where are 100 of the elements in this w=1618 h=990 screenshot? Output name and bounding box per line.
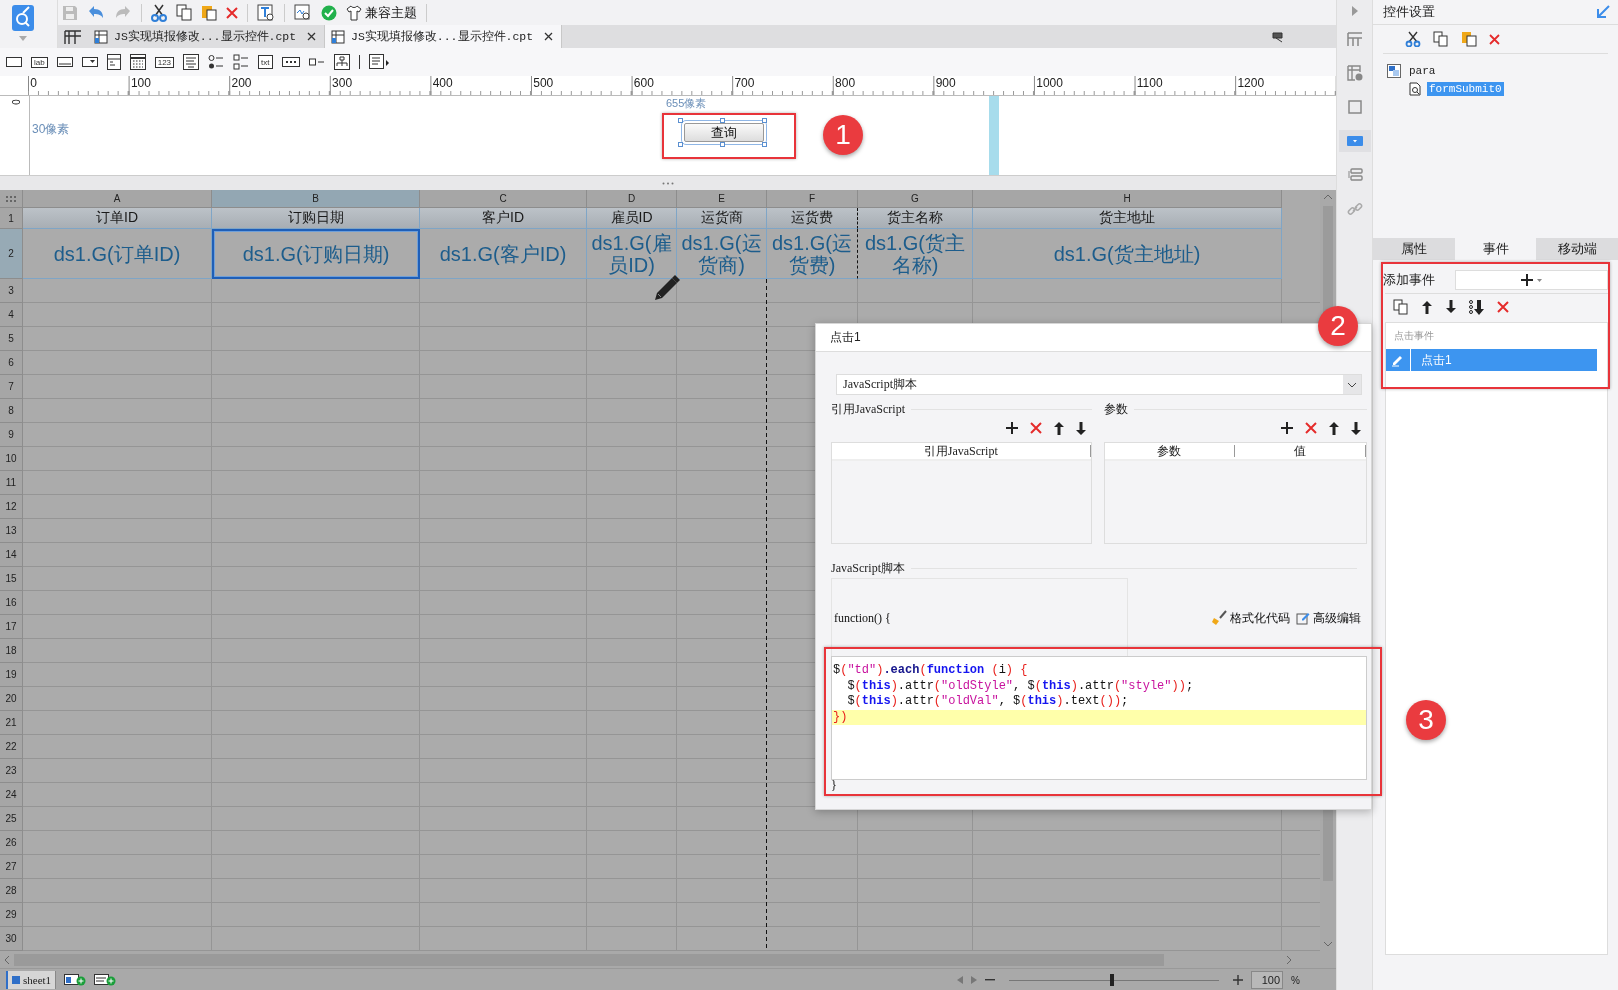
move-down-icon[interactable] [1075,421,1086,435]
tree-item[interactable]: para [1407,64,1438,78]
sheet-tab[interactable]: sheet1 [6,971,57,989]
script-type-dropdown[interactable]: JavaScript脚本 [836,374,1362,395]
zoom-in-icon[interactable] [1233,975,1244,985]
pencil-icon[interactable] [1391,353,1405,367]
pin-icon[interactable] [1272,30,1284,43]
row-number[interactable]: 3 [0,279,23,303]
select-all-icon[interactable] [6,195,16,202]
column-header[interactable]: C [420,190,587,208]
row-number[interactable]: 30 [0,927,23,951]
calendar-widget-icon[interactable] [129,54,146,70]
row-number[interactable]: 22 [0,735,23,759]
column-header[interactable]: 值 [1235,445,1366,457]
row-number[interactable]: 12 [0,495,23,519]
password-widget-icon[interactable] [281,57,300,67]
row-number[interactable]: 28 [0,879,23,903]
radio-group-icon[interactable] [208,54,225,70]
move-up-icon[interactable] [1053,421,1064,435]
row-number[interactable]: 19 [0,663,23,687]
move-up-icon[interactable] [1421,300,1433,314]
row-number[interactable]: 5 [0,327,23,351]
row-number[interactable]: 29 [0,903,23,927]
column-header[interactable]: A [23,190,212,208]
paste-icon[interactable] [201,4,217,21]
row-number[interactable]: 16 [0,591,23,615]
move-up-icon[interactable] [1329,421,1339,435]
row-number[interactable]: 25 [0,807,23,831]
row-number[interactable]: 23 [0,759,23,783]
text-preview-icon[interactable] [257,3,275,22]
checkbox-widget-icon[interactable] [308,57,325,67]
row-number[interactable]: 27 [0,855,23,879]
column-header[interactable]: D [587,190,677,208]
row-number[interactable]: 15 [0,567,23,591]
query-button[interactable]: 查询 [684,123,764,142]
add-icon[interactable] [1005,422,1018,434]
box-widget-icon[interactable] [6,57,22,67]
code-editor[interactable]: $("td").each(function (i) { $(this).attr("oldStyle", $(this).attr("style")); $(this).attr("oldVal", $(this).text()); }) [831,656,1367,780]
move-bottom-icon[interactable] [1469,299,1485,315]
textbox-widget-icon[interactable] [56,57,73,67]
copy-icon[interactable] [176,4,192,21]
paste-icon[interactable] [1461,31,1477,47]
row-number[interactable]: 21 [0,711,23,735]
row-number[interactable]: 18 [0,639,23,663]
delete-icon[interactable] [226,6,238,19]
side-tool-button[interactable] [1338,130,1371,152]
row-number[interactable]: 17 [0,615,23,639]
cut-icon[interactable] [151,3,167,22]
scroll-down-icon[interactable] [1323,941,1333,947]
close-icon[interactable] [544,32,553,41]
move-down-icon[interactable] [1351,421,1361,435]
row-number[interactable]: 1 [0,208,23,229]
resize-handle[interactable] [678,142,683,147]
preview-icon[interactable] [294,3,312,22]
resize-handle[interactable] [762,142,767,147]
row-number[interactable]: 9 [0,423,23,447]
scroll-up-icon[interactable] [1323,194,1333,200]
check-icon[interactable] [321,4,337,21]
list-widget-icon[interactable] [368,54,389,70]
collapse-arrow-icon[interactable] [1351,6,1358,16]
delete-icon[interactable] [1489,33,1500,45]
row-number[interactable]: 10 [0,447,23,471]
grid-icon[interactable] [64,28,82,45]
row-number[interactable]: 24 [0,783,23,807]
checkbox-group-icon[interactable] [233,54,250,70]
close-icon[interactable] [307,32,316,41]
panel-tab[interactable]: 属性 [1373,238,1455,260]
delete-icon[interactable] [1029,422,1042,434]
move-down-icon[interactable] [1445,300,1457,314]
cut-icon[interactable] [1405,31,1421,47]
format-code-button[interactable]: 格式化代码 [1211,609,1290,627]
row-number[interactable]: 26 [0,831,23,855]
column-header[interactable]: 参数 [1104,445,1236,457]
row-number[interactable]: 4 [0,303,23,327]
scroll-left-icon[interactable] [4,954,10,965]
label-widget-button[interactable]: lab [31,56,48,68]
row-number[interactable]: 11 [0,471,23,495]
row-number[interactable]: 14 [0,543,23,567]
scroll-right-icon[interactable] [1286,954,1292,965]
designer-logo-icon[interactable] [10,4,35,32]
copy-icon[interactable] [1393,299,1409,315]
add-form-icon[interactable] [94,974,117,986]
date-widget-icon[interactable] [106,54,121,70]
row-number[interactable]: 20 [0,687,23,711]
row-number[interactable]: 7 [0,375,23,399]
add-icon[interactable] [1281,422,1293,434]
zoom-field[interactable]: 100 [1251,971,1284,989]
resize-handle[interactable] [720,142,725,147]
row-number[interactable]: 6 [0,351,23,375]
column-header[interactable]: H [973,190,1282,208]
advanced-edit-button[interactable]: 高级编辑 [1296,609,1361,627]
add-sheet-icon[interactable] [64,974,87,986]
row-number[interactable]: 8 [0,399,23,423]
delete-icon[interactable] [1497,301,1509,313]
number-widget-button[interactable]: 123 [154,56,175,68]
resize-handle[interactable] [678,118,683,123]
column-header[interactable]: G [858,190,973,208]
row-number[interactable]: 13 [0,519,23,543]
zoom-slider-thumb[interactable] [1110,974,1114,986]
column-header[interactable]: B [212,190,420,208]
